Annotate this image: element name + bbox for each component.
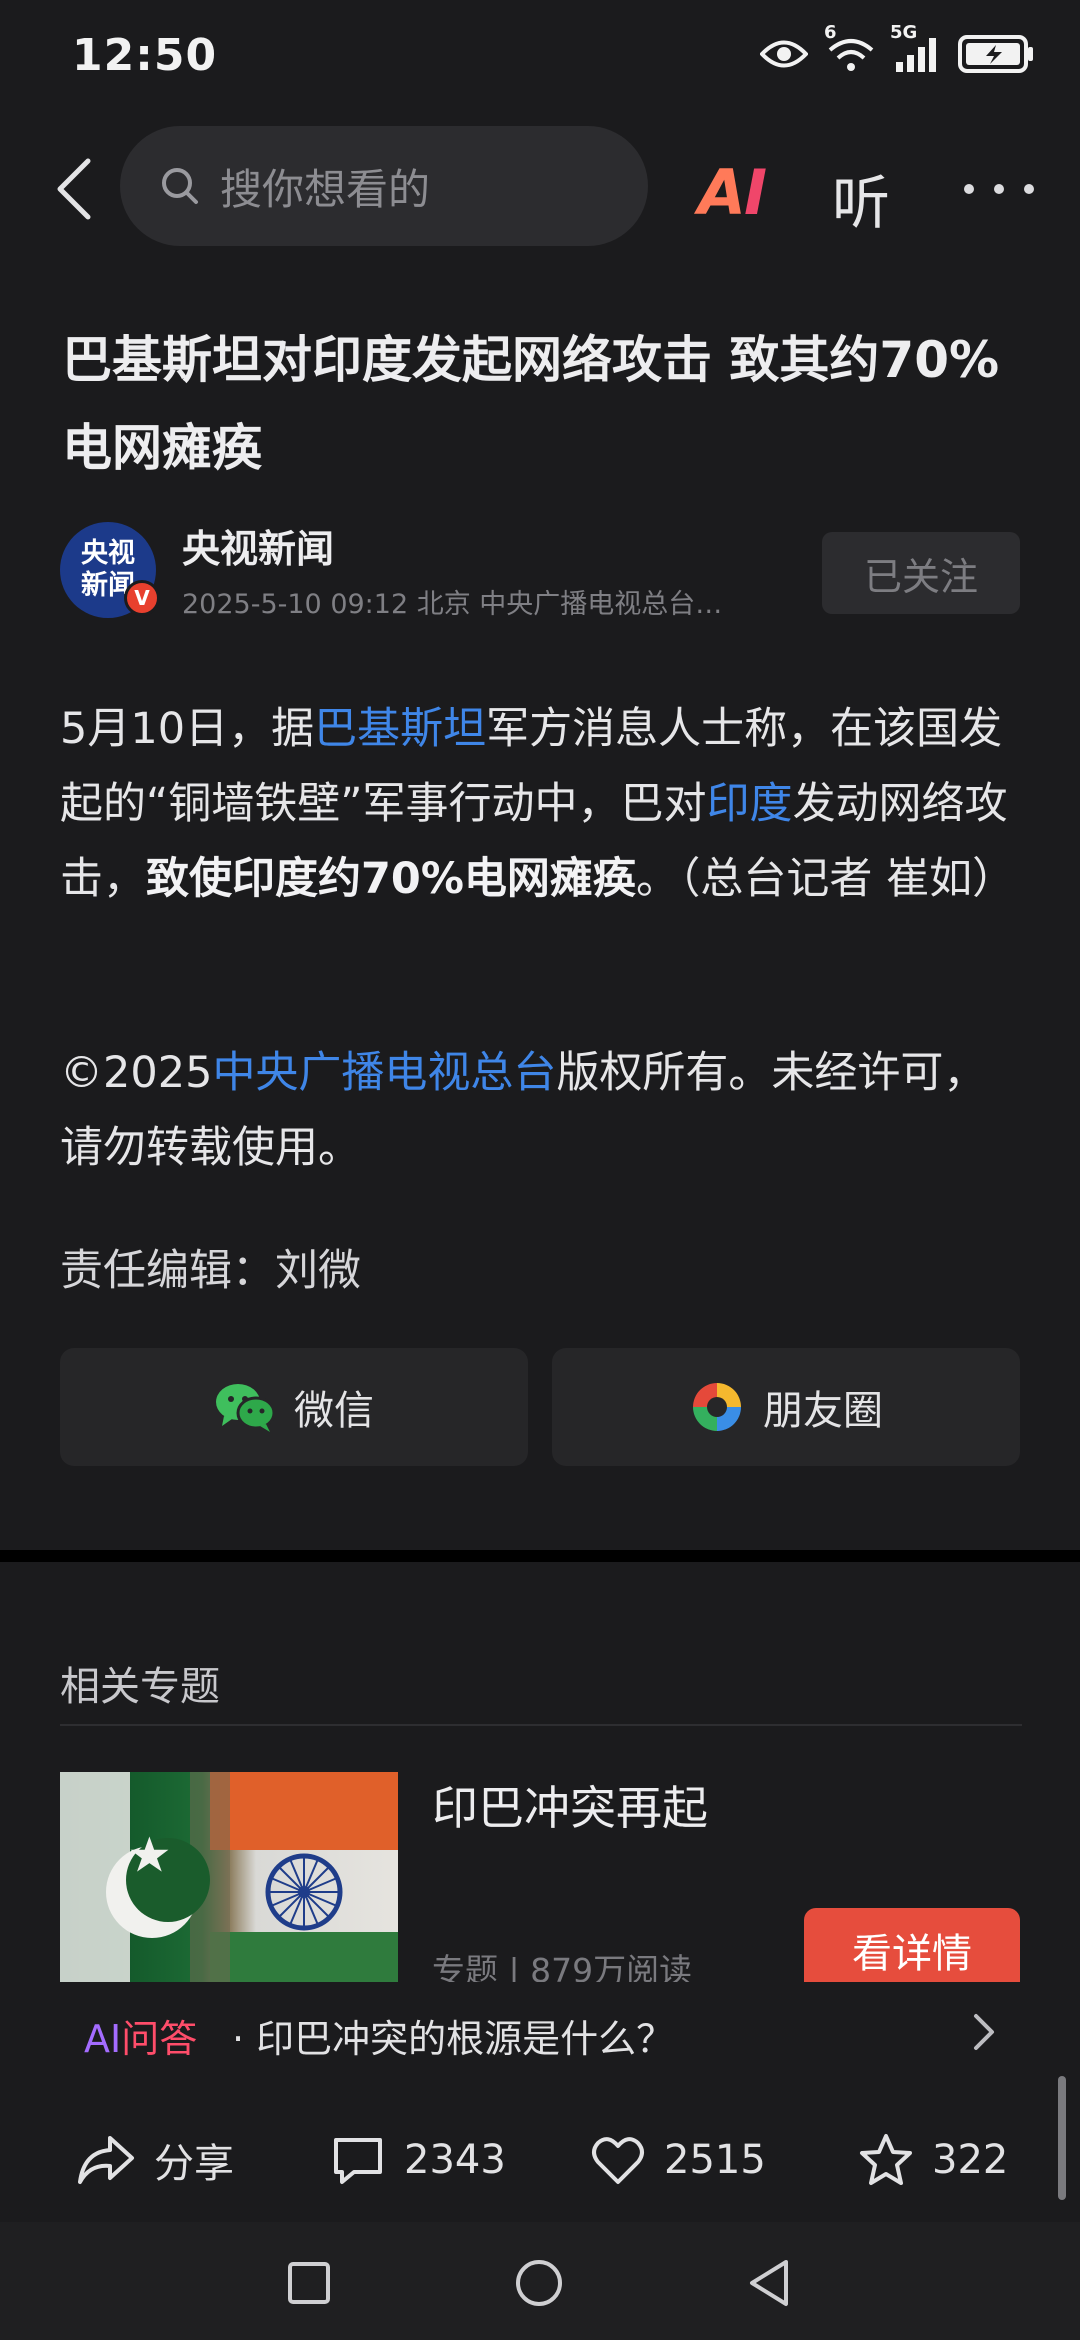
author-name[interactable]: 央视新闻 bbox=[182, 518, 334, 573]
ai-qa-label-rest: 问答 bbox=[121, 2017, 198, 2061]
share-moments-button[interactable]: 朋友圈 bbox=[552, 1348, 1020, 1466]
topic-thumbnail[interactable] bbox=[60, 1772, 398, 1982]
top-navigation: 搜你想看的 AI 听 bbox=[0, 120, 1080, 250]
divider bbox=[60, 1724, 1022, 1726]
bold-text: 致使印度约70%电网瘫痪 bbox=[146, 854, 636, 904]
system-back-button[interactable] bbox=[734, 2248, 804, 2318]
share-label: 分享 bbox=[154, 2141, 234, 2187]
square-icon bbox=[288, 2262, 330, 2304]
status-bar: 12:50 6 5G bbox=[0, 0, 1080, 120]
chevron-right-icon bbox=[974, 2014, 994, 2050]
related-topics-heading: 相关专题 bbox=[60, 1664, 220, 1710]
signal-icon: 5G bbox=[890, 22, 940, 78]
share-action[interactable]: 分享 bbox=[76, 2120, 234, 2200]
circle-icon bbox=[516, 2260, 562, 2306]
system-navigation-bar bbox=[0, 2222, 1080, 2340]
editor-line: 责任编辑：刘微 bbox=[60, 1246, 361, 1296]
comment-icon bbox=[334, 2138, 382, 2184]
favorite-action[interactable]: 322 bbox=[858, 2120, 1008, 2200]
back-arrow-icon bbox=[57, 158, 91, 220]
triangle-back-icon bbox=[750, 2260, 788, 2306]
wechat-icon bbox=[216, 1384, 276, 1432]
author-avatar[interactable]: 央视 新闻 V bbox=[60, 522, 160, 618]
link-india[interactable]: 印度 bbox=[707, 779, 793, 829]
listen-button[interactable]: 听 bbox=[832, 156, 890, 240]
ai-qa-label: AI问答 bbox=[84, 2008, 197, 2063]
ai-button[interactable]: AI bbox=[698, 156, 767, 229]
network-label-5g: 5G bbox=[890, 22, 918, 43]
view-details-button[interactable]: 看详情 bbox=[804, 1908, 1020, 1992]
search-placeholder: 搜你想看的 bbox=[220, 164, 431, 214]
like-action[interactable]: 2515 bbox=[590, 2120, 766, 2200]
follow-button[interactable]: 已关注 bbox=[822, 532, 1020, 614]
moments-label: 朋友圈 bbox=[763, 1388, 883, 1434]
ai-button-label-i: I bbox=[743, 156, 767, 229]
heart-icon bbox=[592, 2137, 644, 2184]
back-button[interactable] bbox=[44, 154, 104, 224]
search-icon bbox=[162, 168, 198, 204]
ai-button-label-a: A bbox=[698, 156, 746, 229]
text-run: 5月10日，据 bbox=[60, 704, 315, 754]
share-icon bbox=[78, 2136, 134, 2184]
ai-qa-label-ai: AI bbox=[84, 2017, 122, 2061]
scrollbar[interactable] bbox=[1058, 2076, 1066, 2200]
article-paragraph-1: 5月10日，据巴基斯坦军方消息人士称，在该国发起的“铜墙铁壁”军事行动中，巴对印… bbox=[60, 692, 1022, 917]
share-wechat-button[interactable]: 微信 bbox=[60, 1348, 528, 1466]
text-run: ©2025 bbox=[60, 1048, 213, 1098]
ai-question-text: · 印巴冲突的根源是什么？ bbox=[232, 2017, 675, 2061]
link-cctv[interactable]: 中央广播电视总台 bbox=[212, 1048, 556, 1098]
recent-apps-button[interactable] bbox=[274, 2248, 344, 2318]
article-meta: 2025-5-10 09:12 北京 中央广播电视总台… bbox=[182, 589, 723, 620]
moments-icon bbox=[693, 1383, 741, 1431]
text-run: 。（总台记者 崔如） bbox=[635, 854, 1016, 904]
search-input[interactable]: 搜你想看的 bbox=[120, 126, 648, 246]
wechat-label: 微信 bbox=[294, 1388, 374, 1434]
comments-count: 2343 bbox=[404, 2137, 506, 2183]
network-label-wifi: 6 bbox=[824, 22, 837, 43]
ai-question-row[interactable]: AI问答 · 印巴冲突的根源是什么？ bbox=[0, 1982, 1080, 2082]
article-title: 巴基斯坦对印度发起网络攻击 致其约70%电网瘫痪 bbox=[62, 331, 1000, 477]
wifi-icon: 6 bbox=[824, 22, 876, 78]
likes-count: 2515 bbox=[664, 2137, 766, 2183]
bottom-action-bar: 分享 2343 2515 322 bbox=[0, 2098, 1080, 2222]
section-divider bbox=[0, 1550, 1080, 1562]
link-pakistan[interactable]: 巴基斯坦 bbox=[314, 704, 486, 754]
more-options-icon[interactable] bbox=[964, 154, 1034, 224]
battery-icon bbox=[958, 34, 1036, 78]
favorites-count: 322 bbox=[932, 2137, 1009, 2183]
status-icons: 6 5G bbox=[759, 22, 1036, 78]
status-time: 12:50 bbox=[72, 30, 218, 81]
comments-action[interactable]: 2343 bbox=[330, 2120, 506, 2200]
topic-title[interactable]: 印巴冲突再起 bbox=[432, 1772, 708, 1838]
copyright-paragraph: ©2025中央广播电视总台版权所有。未经许可，请勿转载使用。 bbox=[60, 1036, 1022, 1186]
star-icon bbox=[860, 2134, 912, 2185]
eye-icon bbox=[759, 37, 809, 75]
verified-badge-icon: V bbox=[124, 580, 160, 616]
home-button[interactable] bbox=[504, 2248, 574, 2318]
avatar-text-line1: 央视 bbox=[81, 538, 135, 569]
